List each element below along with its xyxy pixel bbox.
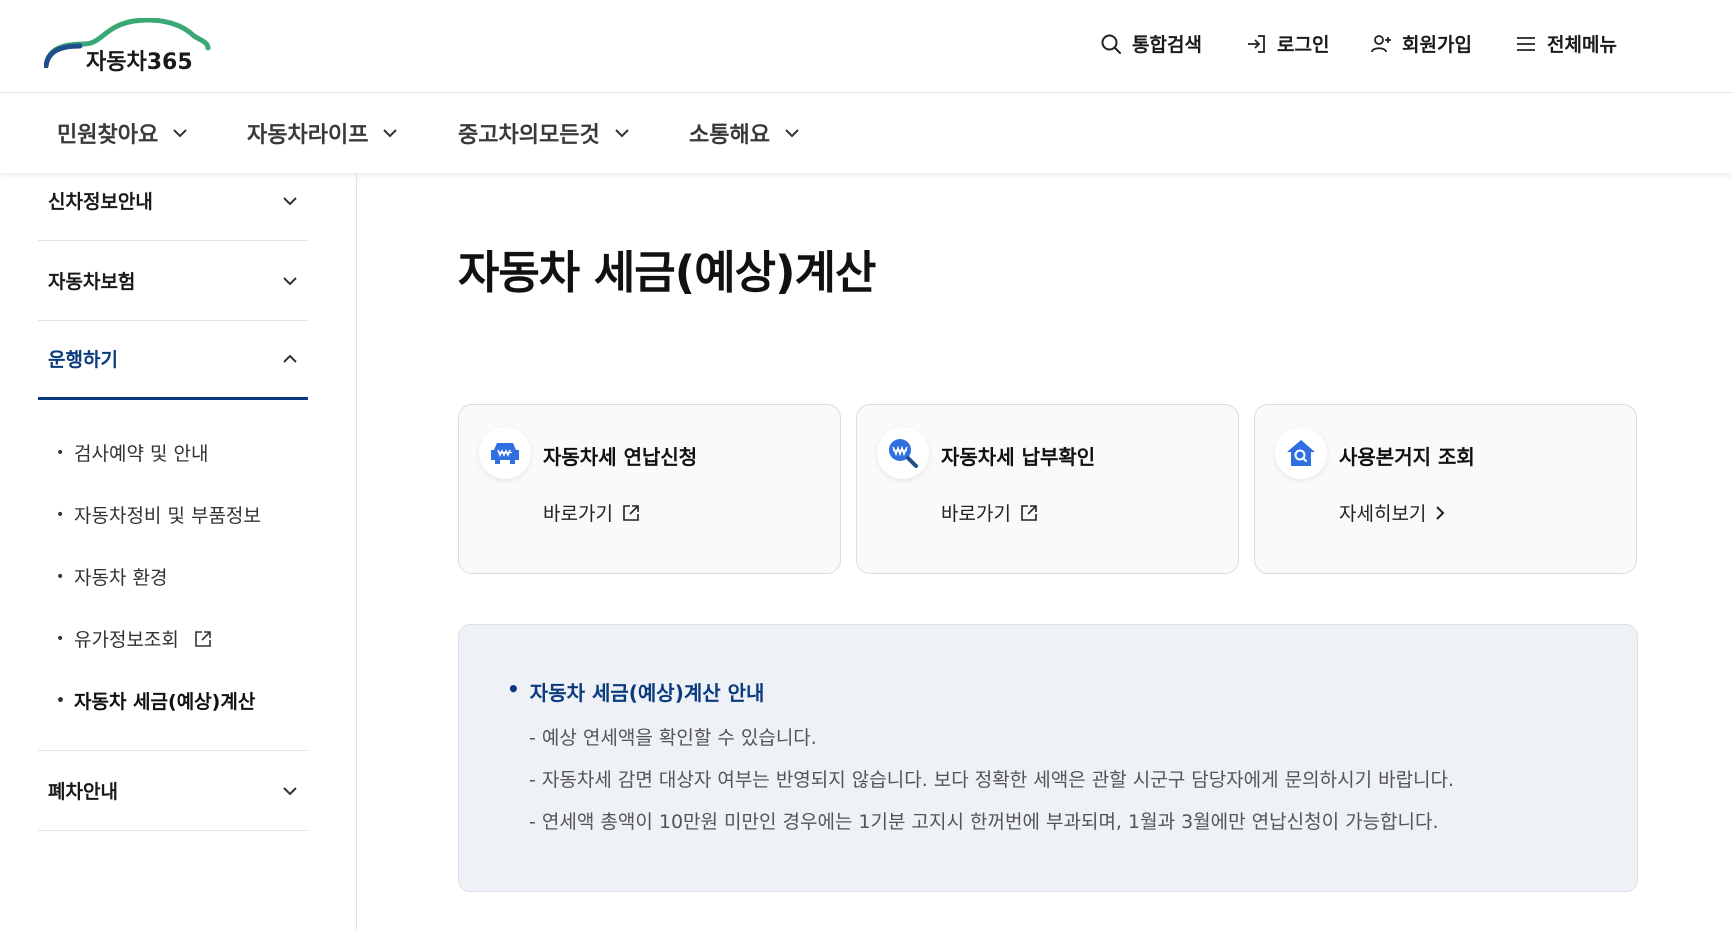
chevron-right-icon <box>1436 505 1445 520</box>
gnb-item-civil[interactable]: 민원찾아요 <box>57 117 188 149</box>
gnb-label: 민원찾아요 <box>57 123 159 148</box>
hamburger-menu-icon <box>1517 36 1535 51</box>
gnb-item-carlife[interactable]: 자동차라이프 <box>247 117 398 149</box>
chevron-down-icon <box>383 129 398 138</box>
gnb-label: 중고차의모든것 <box>458 123 600 148</box>
info-line: - 자동차세 감면 대상자 여부는 반영되지 않습니다. 보다 정확한 세액은 … <box>529 769 1455 791</box>
sub-item-fuel-price[interactable]: • 유가정보조회 <box>56 625 213 652</box>
car-won-icon <box>479 427 531 479</box>
search-label: 통합검색 <box>1132 34 1202 56</box>
sidebar-item-driving[interactable]: 운행하기 <box>38 320 308 400</box>
card-link-label: 자세히보기 <box>1339 503 1427 525</box>
signup-label: 회원가입 <box>1402 34 1472 56</box>
gnb-label: 자동차라이프 <box>247 123 369 148</box>
chevron-down-icon <box>785 129 799 138</box>
sub-item-label: 자동차정비 및 부품정보 <box>74 505 261 527</box>
card-residence-lookup[interactable]: 사용본거지 조회 자세히보기 <box>1254 404 1637 574</box>
sub-item-label: 자동차 환경 <box>74 567 168 589</box>
card-annual-payment[interactable]: 자동차세 연납신청 바로가기 <box>458 404 841 574</box>
sidebar-item-label: 폐차안내 <box>48 781 118 803</box>
sidebar-divider <box>356 173 357 930</box>
external-link-icon <box>195 630 211 647</box>
gnb-label: 소통해요 <box>689 123 770 148</box>
card-payment-check[interactable]: 자동차세 납부확인 바로가기 <box>856 404 1239 574</box>
all-menu-label: 전체메뉴 <box>1547 34 1617 56</box>
bullet: • <box>56 506 65 523</box>
chevron-down-icon <box>283 196 297 205</box>
card-link[interactable]: 자세히보기 <box>1339 499 1446 526</box>
sub-item-label: 자동차 세금(예상)계산 <box>74 691 256 713</box>
external-link-icon <box>623 504 639 521</box>
chevron-down-icon <box>283 276 297 285</box>
login-menu[interactable]: 로그인 <box>1245 30 1329 57</box>
sidebar-item-insurance[interactable]: 자동차보험 <box>38 241 308 321</box>
chevron-up-icon <box>283 354 297 363</box>
sub-item-tax-calc[interactable]: • 자동차 세금(예상)계산 <box>56 687 255 714</box>
card-title: 사용본거지 조회 <box>1339 445 1475 469</box>
bullet: • <box>56 630 65 647</box>
chevron-down-icon <box>614 129 629 138</box>
sidebar-item-label: 운행하기 <box>48 349 118 371</box>
card-link-label: 바로가기 <box>941 503 1011 525</box>
search-menu[interactable]: 통합검색 <box>1100 30 1202 57</box>
chevron-down-icon <box>283 786 297 795</box>
info-line: - 예상 연세액을 확인할 수 있습니다. <box>529 727 817 749</box>
search-icon <box>1101 34 1121 54</box>
external-link-icon <box>1021 504 1037 521</box>
home-search-icon <box>1275 427 1327 479</box>
signup-menu[interactable]: 회원가입 <box>1370 30 1472 57</box>
card-title: 자동차세 납부확인 <box>941 445 1096 469</box>
logo-text: 자동차365 <box>86 50 193 75</box>
sidebar-item-newcar[interactable]: 신차정보안내 <box>38 161 308 241</box>
site-logo[interactable]: 자동차365 <box>44 18 212 78</box>
sub-item-environment[interactable]: • 자동차 환경 <box>56 563 167 590</box>
login-label: 로그인 <box>1277 34 1330 56</box>
bullet: • <box>56 692 65 709</box>
sidebar-item-label: 자동차보험 <box>48 271 136 293</box>
all-menu[interactable]: 전체메뉴 <box>1515 30 1617 57</box>
top-header: 자동차365 통합검색 로그인 회원가입 전체메뉴 <box>0 0 1733 93</box>
add-user-icon <box>1371 34 1391 52</box>
sub-item-maintenance[interactable]: • 자동차정비 및 부품정보 <box>56 501 261 528</box>
chevron-down-icon <box>173 129 187 138</box>
sub-item-label: 검사예약 및 안내 <box>74 443 209 465</box>
sub-item-label: 유가정보조회 <box>74 629 179 651</box>
card-link[interactable]: 바로가기 <box>543 499 641 526</box>
info-title-text: 자동차 세금(예상)계산 안내 <box>529 681 765 705</box>
page-title: 자동차 세금(예상)계산 <box>458 246 876 299</box>
bullet: • <box>56 444 65 461</box>
bullet: • <box>56 568 65 585</box>
gnb-item-communicate[interactable]: 소통해요 <box>689 117 800 149</box>
info-box: • 자동차 세금(예상)계산 안내 - 예상 연세액을 확인할 수 있습니다. … <box>458 624 1638 892</box>
gnb-item-usedcar[interactable]: 중고차의모든것 <box>458 117 630 149</box>
card-link[interactable]: 바로가기 <box>941 499 1039 526</box>
won-search-icon <box>877 427 929 479</box>
info-line: - 연세액 총액이 10만원 미만인 경우에는 1기분 고지시 한꺼번에 부과되… <box>529 811 1439 833</box>
bullet: • <box>507 677 520 701</box>
sub-item-inspection[interactable]: • 검사예약 및 안내 <box>56 439 208 466</box>
sidebar-item-label: 신차정보안내 <box>48 191 153 213</box>
card-title: 자동차세 연납신청 <box>543 445 698 469</box>
login-icon <box>1248 34 1265 53</box>
card-link-label: 바로가기 <box>543 503 613 525</box>
info-title: • 자동차 세금(예상)계산 안내 <box>507 677 764 706</box>
sidebar-item-scrap[interactable]: 폐차안내 <box>38 751 308 831</box>
